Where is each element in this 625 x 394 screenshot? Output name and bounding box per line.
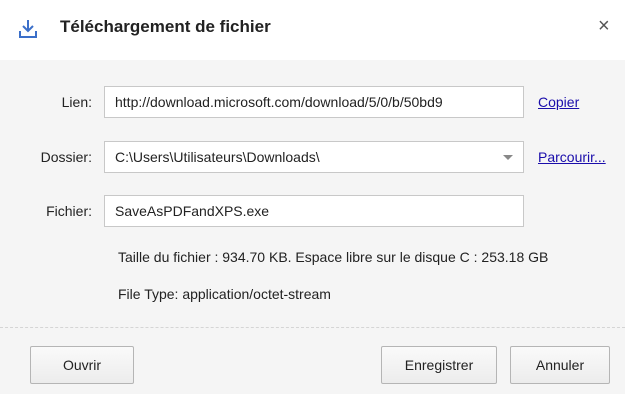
copy-link[interactable]: Copier xyxy=(538,94,579,110)
download-icon xyxy=(19,20,37,38)
dialog-title: Téléchargement de fichier xyxy=(60,17,271,36)
folder-value: C:\Users\Utilisateurs\Downloads\ xyxy=(115,149,320,165)
file-name-field[interactable]: SaveAsPDFandXPS.exe xyxy=(104,195,524,227)
file-type-info: File Type: application/octet-stream xyxy=(118,286,331,302)
folder-label: Dossier: xyxy=(40,149,92,165)
close-icon[interactable]: × xyxy=(598,14,610,38)
dialog-footer: Ouvrir Enregistrer Annuler xyxy=(0,328,625,394)
folder-select[interactable]: C:\Users\Utilisateurs\Downloads\ xyxy=(104,141,524,173)
cancel-button[interactable]: Annuler xyxy=(510,346,610,384)
file-size-info: Taille du fichier : 934.70 KB. Espace li… xyxy=(118,249,549,265)
dialog-header: Téléchargement de fichier × xyxy=(0,0,625,60)
browse-link[interactable]: Parcourir... xyxy=(538,149,606,165)
save-button[interactable]: Enregistrer xyxy=(381,346,497,384)
dialog-body: Lien: http://download.microsoft.com/down… xyxy=(0,60,625,328)
link-label: Lien: xyxy=(61,94,92,110)
chevron-down-icon[interactable] xyxy=(503,155,513,160)
link-field[interactable]: http://download.microsoft.com/download/5… xyxy=(104,86,524,118)
open-button[interactable]: Ouvrir xyxy=(30,346,134,384)
file-label: Fichier: xyxy=(46,203,92,219)
